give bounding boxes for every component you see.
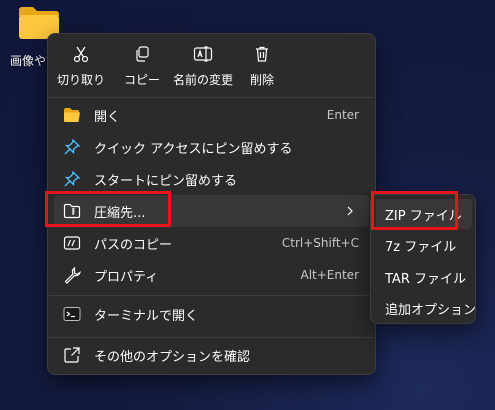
pin-icon [63, 170, 81, 188]
menu-item-label: パスのコピー [94, 237, 173, 253]
wrench-icon [63, 266, 81, 284]
menu-item-copy-path[interactable]: パスのコピー Ctrl+Shift+C [54, 227, 369, 259]
cut-button[interactable]: 切り取り [54, 40, 108, 90]
copy-button[interactable]: コピー [118, 40, 166, 90]
menu-item-pin-start[interactable]: スタートにピン留めする [54, 163, 369, 195]
menu-item-pin-quick-access[interactable]: クイック アクセスにピン留めする [54, 131, 369, 163]
chevron-right-icon [347, 206, 353, 216]
menu-item-label: その他のオプションを確認 [94, 349, 251, 365]
zip-folder-icon [63, 202, 81, 220]
menu-item-label: スタートにピン留めする [94, 173, 238, 189]
quick-action-bar: 切り取り コピー 名前の変更 削除 [48, 34, 375, 92]
submenu-item-7z[interactable]: 7z ファイル [376, 230, 472, 260]
menu-item-open-terminal[interactable]: ターミナルで開く [54, 298, 369, 330]
submenu-item-label: TAR ファイル [385, 271, 466, 287]
shortcut-text: Enter [326, 108, 359, 122]
external-icon [63, 346, 81, 364]
menu-item-more-options[interactable]: その他のオプションを確認 [54, 339, 369, 371]
menu-item-open[interactable]: 開く Enter [54, 99, 369, 131]
menu-item-label: ターミナルで開く [94, 308, 199, 324]
menu-item-label: 開く [94, 109, 121, 125]
submenu-item-label: ZIP ファイル [385, 208, 462, 224]
folder-open-icon [63, 106, 81, 124]
submenu-item-zip[interactable]: ZIP ファイル [376, 199, 472, 229]
trash-icon [252, 44, 272, 64]
cut-label: 切り取り [56, 73, 105, 87]
shortcut-text: Ctrl+Shift+C [281, 236, 359, 250]
copy-label: コピー [123, 73, 160, 87]
scissors-icon [71, 44, 91, 64]
rename-label: 名前の変更 [172, 73, 233, 87]
divider [49, 337, 374, 338]
context-menu: 切り取り コピー 名前の変更 削除 開く Enter クイック アクセスにピン留… [47, 33, 376, 375]
divider [49, 295, 374, 296]
submenu-item-label: 7z ファイル [385, 239, 457, 255]
path-icon [63, 234, 81, 252]
menu-item-compress-to[interactable]: 圧縮先... [54, 195, 369, 227]
copy-icon [132, 44, 152, 64]
compress-submenu: ZIP ファイル 7z ファイル TAR ファイル 追加オプション [370, 194, 476, 324]
submenu-item-tar[interactable]: TAR ファイル [376, 262, 472, 292]
submenu-item-additional-options[interactable]: 追加オプション [376, 293, 476, 323]
shortcut-text: Alt+Enter [300, 268, 359, 282]
delete-label: 削除 [249, 73, 274, 87]
delete-button[interactable]: 削除 [244, 40, 280, 90]
submenu-item-label: 追加オプション [385, 302, 477, 318]
rename-icon [193, 44, 213, 64]
menu-item-properties[interactable]: プロパティ Alt+Enter [54, 259, 369, 291]
menu-item-label: 圧縮先... [94, 205, 146, 221]
divider [49, 97, 374, 98]
terminal-icon [63, 305, 81, 323]
pin-icon [63, 138, 81, 156]
menu-item-label: クイック アクセスにピン留めする [94, 141, 293, 157]
menu-item-label: プロパティ [94, 269, 159, 285]
rename-button[interactable]: 名前の変更 [164, 40, 242, 90]
